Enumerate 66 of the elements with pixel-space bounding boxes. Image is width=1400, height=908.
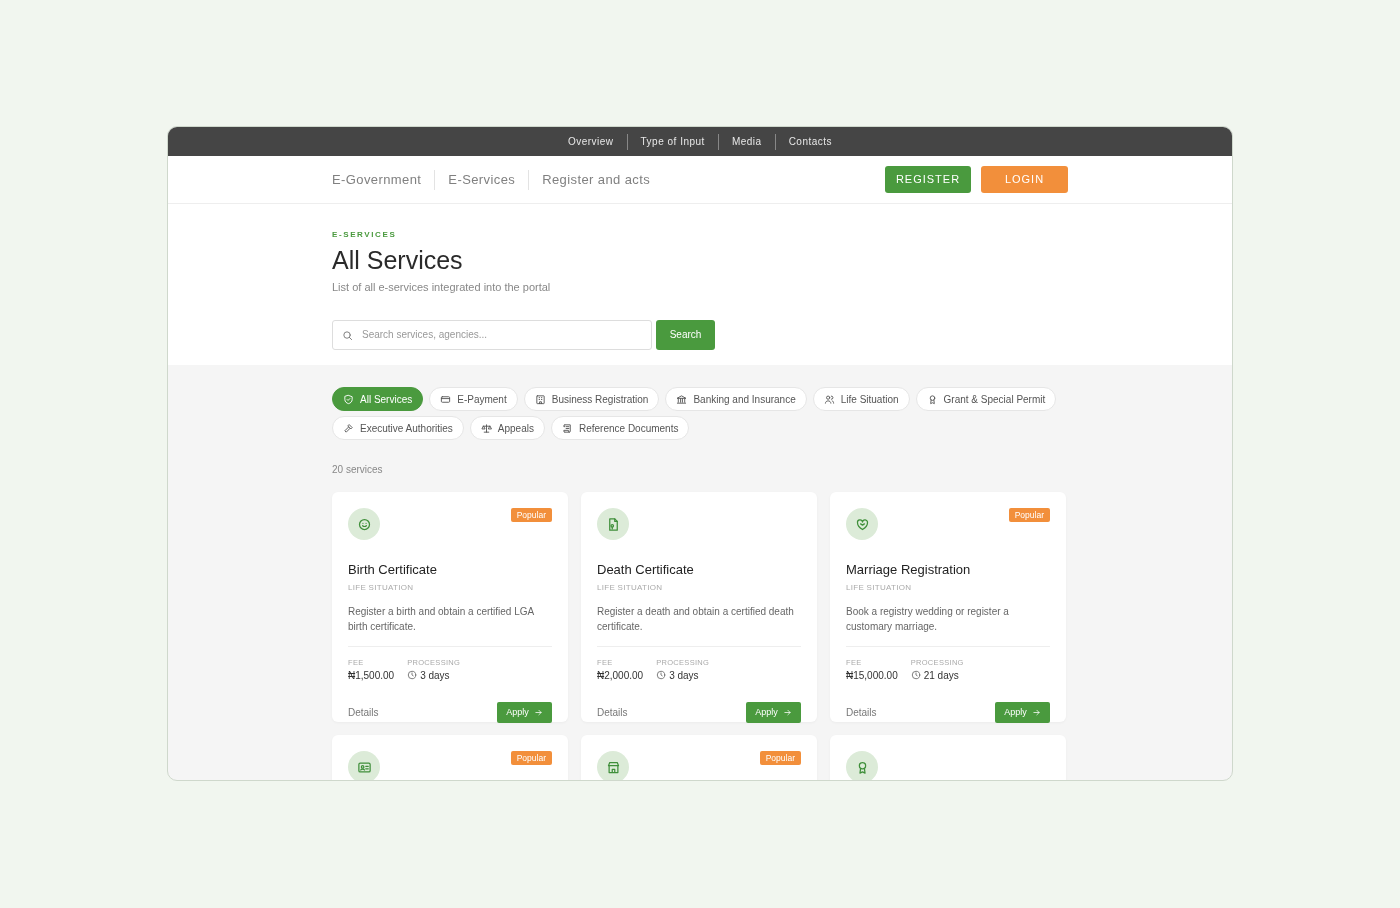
service-category: LIFE SITUATION [348,581,415,594]
card-icon [440,393,452,405]
clock-icon [910,670,921,681]
processing-time: 21 days [923,668,959,683]
processing-time: 3 days [420,668,450,683]
popular-badge: Popular [759,751,801,765]
service-category: LIFE SITUATION [597,581,664,594]
scroll-icon [561,422,573,434]
smiley-icon [356,516,372,532]
filter-chip[interactable]: Business Registration [523,387,660,411]
service-category: LIFE SITUATION [846,581,913,594]
nav-link[interactable]: Overview [554,134,627,149]
service-description: Register a birth and obtain a certified LGA birth certificate. [348,604,535,634]
bank-icon [676,393,688,405]
shield-icon [343,393,354,405]
filter-chip[interactable]: Grant & Special Permit [915,387,1057,411]
clock-icon [656,670,667,681]
filter-chip[interactable]: Banking and Insurance [665,387,807,411]
fee-value: ₦1,500.00 [348,668,395,683]
arrow-icon [782,707,792,717]
header-link[interactable]: E-Government [332,169,435,190]
filter-chip[interactable]: All Services [332,387,424,411]
users-icon [823,393,835,405]
search-field[interactable]: Search services, agencies... [332,319,652,350]
nav-link[interactable]: Contacts [775,134,846,149]
popular-badge: Popular [510,508,552,522]
apply-button[interactable]: Apply [497,701,552,723]
fee-value: ₦15,000.00 [846,668,898,683]
fee-value: ₦2,000.00 [597,668,644,683]
apply-button[interactable]: Apply [746,701,801,723]
filter-chip[interactable]: Appeals [469,416,545,440]
page-subtitle: List of all e-services integrated into the portal [332,280,552,295]
scales-icon [480,422,492,434]
header-link[interactable]: Register and acts [529,169,664,190]
apply-button[interactable]: Apply [995,701,1050,723]
details-link[interactable]: Details [846,704,877,720]
service-title: Birth Certificate [348,561,438,579]
filter-chip[interactable]: Executive Authorities [332,416,464,440]
header-link[interactable]: E-Services [435,169,529,190]
filter-chip[interactable]: Life Situation [812,387,910,411]
search-button[interactable]: Search [656,319,715,350]
id-card-icon [356,759,372,775]
arrow-icon [1031,707,1041,717]
details-link[interactable]: Details [597,704,628,720]
popular-badge: Popular [1008,508,1050,522]
store-icon [605,759,621,775]
processing-time: 3 days [669,668,699,683]
clock-icon [407,670,418,681]
register-button[interactable]: REGISTER [885,166,971,193]
service-description: Register a death and obtain a certified death certificate. [597,604,795,634]
nav-link[interactable]: Type of Input [627,134,718,149]
details-link[interactable]: Details [348,704,379,720]
arrow-icon [533,707,543,717]
service-count: 20 services [332,463,383,477]
service-description: Book a registry wedding or register a customary marriage. [846,604,1010,634]
popular-badge: Popular [510,751,552,765]
page-title: All Services [332,245,464,275]
section-eyebrow: E-SERVICES [332,229,398,241]
heart-icon [854,516,870,532]
filter-chip[interactable]: E-Payment [429,387,518,411]
service-title: Marriage Registration [846,561,972,579]
service-title: Death Certificate [597,561,695,579]
filter-chip[interactable]: Reference Documents [550,416,690,440]
building-icon [534,393,546,405]
search-icon [342,329,353,341]
nav-link[interactable]: Media [718,134,775,149]
